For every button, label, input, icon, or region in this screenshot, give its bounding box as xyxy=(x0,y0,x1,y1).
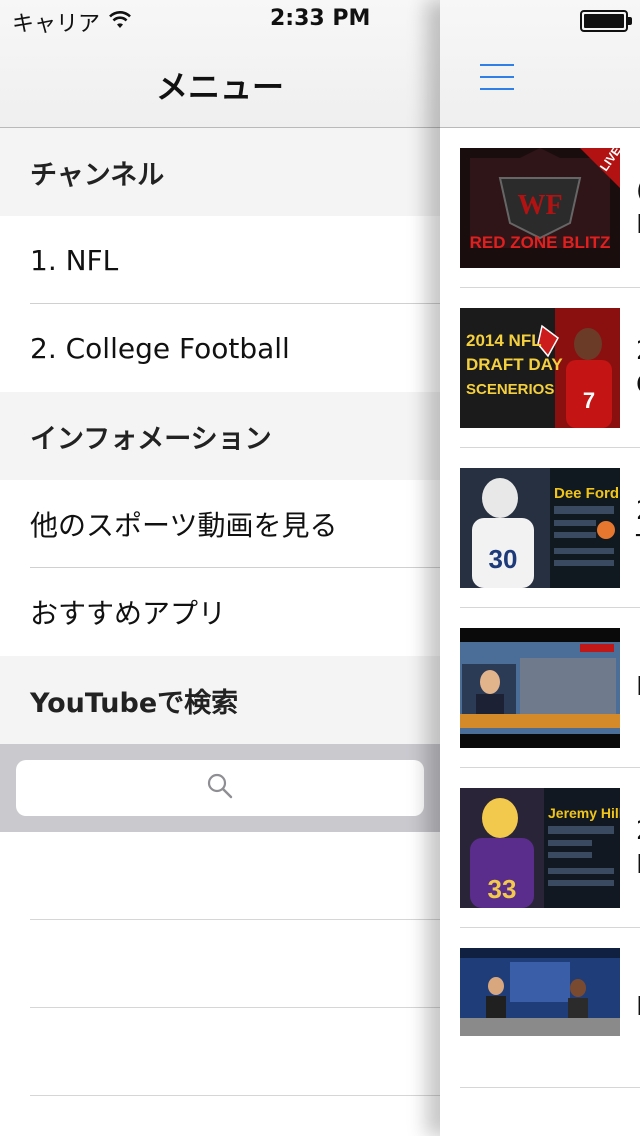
video-title: I xyxy=(636,672,640,702)
empty-row xyxy=(0,920,440,1008)
thumb-text: Dee Ford xyxy=(554,485,619,502)
video-title: I xyxy=(636,992,640,1022)
video-list-item[interactable]: I xyxy=(440,928,640,1088)
video-thumbnail xyxy=(460,948,620,1036)
main-content-panel: LIVE WF RED ZONE BLITZ ( I 7 2014 NFL DR… xyxy=(440,0,640,1136)
video-thumbnail xyxy=(460,628,620,748)
video-title: ( xyxy=(636,176,640,206)
thumb-text: RED ZONE BLITZ xyxy=(470,233,611,252)
status-time: 2:33 PM xyxy=(270,6,371,31)
video-thumbnail: LIVE WF RED ZONE BLITZ xyxy=(460,148,620,268)
video-title: 2 xyxy=(636,336,640,366)
section-header-information: インフォメーション xyxy=(0,392,440,480)
video-subtitle: I xyxy=(636,210,640,240)
video-list-item[interactable]: 30 Dee Ford 2 T xyxy=(440,448,640,608)
battery-icon xyxy=(580,10,632,32)
hamburger-menu-icon[interactable] xyxy=(480,64,514,94)
thumb-text: SCENERIOS xyxy=(466,381,554,398)
video-subtitle: T xyxy=(636,530,640,560)
menu-list: チャンネル 1. NFL 2. College Football インフォメーシ… xyxy=(0,128,440,1096)
menu-navigation-bar: キャリア 2:33 PM メニュー xyxy=(0,0,440,128)
section-header-channel: チャンネル xyxy=(0,128,440,216)
empty-row xyxy=(0,832,440,920)
video-list-item[interactable]: 7 2014 NFL DRAFT DAY SCENERIOS 2 C xyxy=(440,288,640,448)
menu-item-other-sports[interactable]: 他のスポーツ動画を見る xyxy=(0,480,440,568)
empty-row xyxy=(0,1008,440,1096)
svg-text:33: 33 xyxy=(488,874,517,904)
video-thumbnail: 33 Jeremy Hill xyxy=(460,788,620,908)
menu-item-college-football[interactable]: 2. College Football xyxy=(0,304,440,392)
video-title: 2 xyxy=(636,496,640,526)
search-bar xyxy=(0,744,440,832)
video-subtitle: C xyxy=(636,370,640,400)
video-list-item[interactable]: 33 Jeremy Hill 2 I xyxy=(440,768,640,928)
content-navigation-bar xyxy=(440,0,640,128)
thumb-text: Jeremy Hill xyxy=(548,805,620,821)
menu-title: メニュー xyxy=(155,68,284,106)
section-header-youtube-search: YouTubeで検索 xyxy=(0,656,440,744)
menu-item-recommended-apps[interactable]: おすすめアプリ xyxy=(0,568,440,656)
carrier-label: キャリア xyxy=(12,12,101,37)
side-menu: キャリア 2:33 PM メニュー チャンネル 1. NFL 2. Colleg… xyxy=(0,0,440,1136)
search-icon xyxy=(206,772,234,804)
thumb-text: DRAFT DAY xyxy=(466,355,563,374)
menu-item-nfl[interactable]: 1. NFL xyxy=(0,216,440,304)
search-input[interactable] xyxy=(16,760,424,816)
video-subtitle: I xyxy=(636,850,640,880)
video-title: 2 xyxy=(636,816,640,846)
wifi-icon xyxy=(108,10,132,35)
thumb-text: WF xyxy=(517,190,562,221)
svg-text:30: 30 xyxy=(489,544,518,574)
video-list-item[interactable]: I xyxy=(440,608,640,768)
svg-text:7: 7 xyxy=(583,388,595,413)
video-thumbnail: 30 Dee Ford xyxy=(460,468,620,588)
thumb-text: 2014 NFL xyxy=(466,331,542,350)
status-carrier: キャリア xyxy=(12,6,132,38)
video-list-item[interactable]: LIVE WF RED ZONE BLITZ ( I xyxy=(440,128,640,288)
video-thumbnail: 7 2014 NFL DRAFT DAY SCENERIOS xyxy=(460,308,620,428)
